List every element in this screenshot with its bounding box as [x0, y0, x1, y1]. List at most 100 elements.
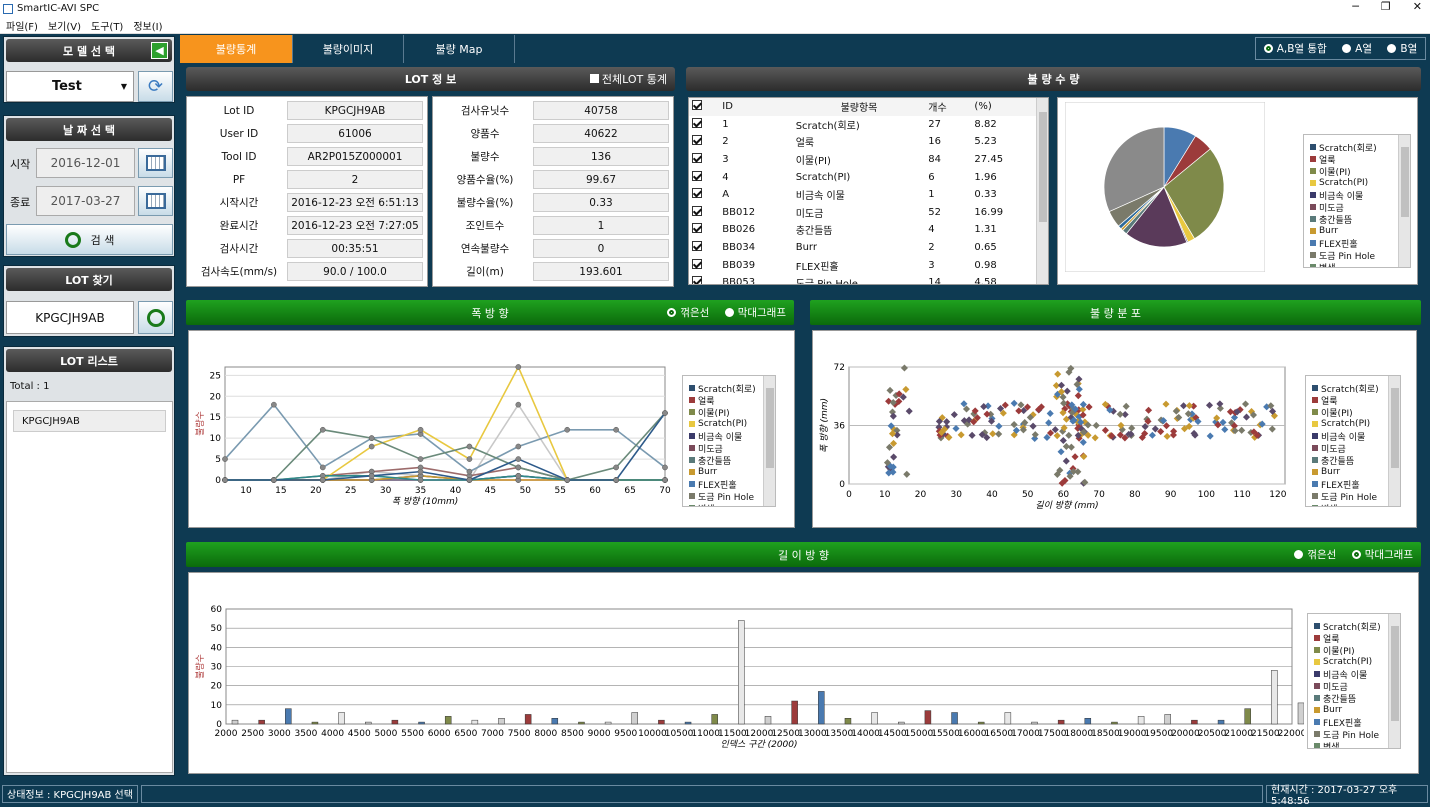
legend-item: Scratch(회로) [1312, 620, 1386, 633]
table-row[interactable]: BB026 충간들뜸 4 1.31 [689, 221, 1037, 239]
col-id[interactable]: ID [719, 98, 792, 116]
table-row[interactable]: BB053 도금 Pin Hole 14 4.58 [689, 274, 1037, 284]
x-tick-label: 80 [1129, 490, 1141, 500]
legend-label: 이물(PI) [1321, 408, 1353, 419]
legend-swatch [689, 445, 695, 451]
x-tick-label: 60 [1058, 490, 1070, 500]
legend-item: Scratch(회로) [687, 382, 761, 395]
y-tick-label: 50 [211, 624, 223, 634]
col-pct[interactable]: (%) [971, 98, 1037, 116]
row-checkbox[interactable] [689, 204, 719, 222]
maximize-icon[interactable]: ❐ [1381, 0, 1391, 13]
row-checkbox[interactable] [689, 133, 719, 151]
data-point [222, 477, 228, 483]
lot-info-row: 시작시간 2016-12-23 오전 6:51:13 [191, 191, 423, 214]
bar [1191, 719, 1198, 725]
legend-swatch [689, 397, 695, 403]
len-opt-bar[interactable]: 막대그래프 [1351, 549, 1413, 561]
len-dir-header: 길 이 방 향 꺾은선 막대그래프 [186, 542, 1421, 567]
data-point [466, 477, 473, 483]
row-checkbox[interactable] [689, 151, 719, 169]
refresh-button[interactable]: ⟳ [138, 71, 173, 102]
data-point [515, 401, 522, 408]
lot-search-button[interactable] [138, 301, 173, 334]
row-checkbox[interactable] [689, 186, 719, 204]
table-row[interactable]: BB039 FLEX핀홀 3 0.98 [689, 256, 1037, 274]
row-option-a[interactable]: A열 [1342, 41, 1372, 56]
tab-defect-stats[interactable]: 불량통계 [180, 35, 293, 63]
table-row[interactable]: BB012 미도금 52 16.99 [689, 204, 1037, 222]
chevron-down-icon: ▼ [120, 82, 127, 91]
y-tick-label: 10 [211, 701, 223, 711]
legend-item: FLEX핀홀 [1310, 478, 1386, 491]
row-option-ab[interactable]: A,B열 통합 [1263, 41, 1327, 56]
width-opt-line[interactable]: 꺾은선 [667, 307, 709, 319]
table-scrollbar[interactable] [1036, 98, 1048, 284]
start-calendar-button[interactable] [138, 148, 173, 178]
all-lot-stats-checkbox[interactable]: 전체LOT 통계 [589, 71, 667, 87]
lot-info-row: 조인트수 1 [437, 214, 669, 237]
x-tick-label: 10 [879, 490, 891, 500]
legend-item: 도금 Pin Hole [1308, 249, 1396, 262]
row-checkbox[interactable] [689, 256, 719, 274]
table-row[interactable]: 2 얼룩 16 5.23 [689, 133, 1037, 151]
list-item[interactable]: KPGCJH9AB [13, 410, 166, 432]
lot-search-input[interactable]: KPGCJH9AB [6, 301, 134, 334]
bar [231, 719, 239, 725]
row-checkbox[interactable] [689, 116, 719, 134]
legend-swatch [1310, 192, 1316, 198]
row-checkbox[interactable] [689, 274, 719, 284]
bar [471, 719, 479, 725]
bar [1217, 719, 1225, 725]
col-item[interactable]: 불량항목 [793, 98, 926, 116]
minimize-icon[interactable]: ─ [1352, 0, 1359, 13]
table-row[interactable]: BB034 Burr 2 0.65 [689, 239, 1037, 257]
table-row[interactable]: 4 Scratch(PI) 6 1.96 [689, 168, 1037, 186]
menu-tools[interactable]: 도구(T) [91, 18, 123, 33]
x-tick-label: 35 [415, 486, 426, 496]
cell-item: FLEX핀홀 [795, 261, 839, 273]
menu-file[interactable]: 파일(F) [6, 18, 38, 33]
x-tick-label: 19500 [1144, 729, 1173, 739]
len-opt-line[interactable]: 꺾은선 [1294, 549, 1336, 561]
table-row[interactable]: A 비금속 이물 1 0.33 [689, 186, 1037, 204]
search-button[interactable]: 검 색 [6, 224, 173, 255]
legend-label: Burr [698, 467, 718, 477]
end-date-field[interactable]: 2017-03-27 [36, 186, 135, 216]
menu-info[interactable]: 정보(I) [133, 18, 162, 33]
col-count[interactable]: 개수 [925, 98, 971, 116]
x-axis-label: 길이 방향 (mm) [1035, 500, 1098, 511]
bar [551, 718, 559, 725]
table-row[interactable]: 3 이물(PI) 84 27.45 [689, 151, 1037, 169]
legend-label: 충간들뜸 [1319, 215, 1353, 226]
row-checkbox[interactable] [689, 221, 719, 239]
legend-label: 충간들뜸 [1323, 694, 1357, 705]
select-all-checkbox[interactable] [689, 98, 719, 116]
end-calendar-button[interactable] [138, 186, 173, 216]
row-option-b[interactable]: B열 [1387, 41, 1417, 56]
menu-view[interactable]: 보기(V) [48, 18, 81, 33]
width-opt-bar[interactable]: 막대그래프 [724, 307, 786, 319]
lot-info-key: 검사유닛수 [460, 105, 510, 117]
start-date-field[interactable]: 2016-12-01 [36, 148, 135, 178]
row-checkbox[interactable] [689, 168, 719, 186]
x-tick-label: 65 [624, 486, 635, 496]
tab-defect-map[interactable]: 불량 Map [404, 35, 515, 63]
x-tick-label: 3500 [294, 729, 317, 739]
model-select[interactable]: Test ▼ [6, 71, 134, 102]
close-icon[interactable]: ✕ [1413, 0, 1422, 13]
cell-pct: 8.82 [974, 118, 997, 130]
row-checkbox[interactable] [689, 239, 719, 257]
table-row[interactable]: 1 Scratch(회로) 27 8.82 [689, 116, 1037, 134]
back-arrow-icon[interactable]: ◀ [151, 42, 168, 59]
lot-info-key: 시작시간 [219, 197, 259, 209]
x-tick-label: 11500 [718, 729, 747, 739]
legend-item: 변색 [1312, 740, 1386, 748]
pie-panel: Scratch(회로) 얼룩 이물(PI) Scratch(PI) 비금속 이물 미도금 충… [1057, 97, 1418, 285]
x-tick-label: 21000 [1224, 729, 1253, 739]
x-tick-label: 17500 [1038, 729, 1067, 739]
legend-item: 얼룩 [1312, 632, 1386, 645]
tab-defect-image[interactable]: 불량이미지 [293, 35, 404, 63]
data-point [613, 426, 619, 433]
lot-info-value: 193.601 [533, 262, 669, 281]
